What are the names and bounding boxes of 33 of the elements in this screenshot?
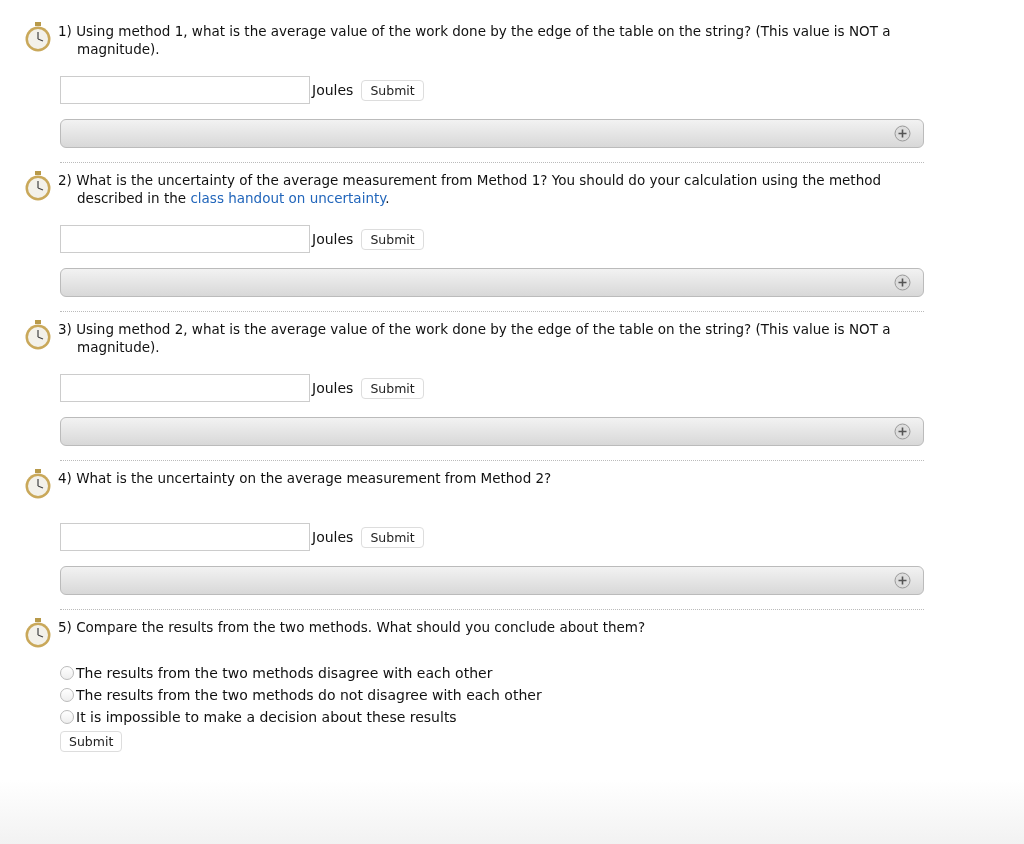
answer-field[interactable] xyxy=(60,76,310,104)
radio-button[interactable] xyxy=(60,666,74,680)
question-text: 1) Using method 1, what is the average value of the work done by the edge of the table on the string? (This value is NOT a magnitude). xyxy=(58,22,892,59)
unit-label: Joules xyxy=(312,82,354,98)
expand-icon[interactable] xyxy=(894,125,911,142)
stopwatch-icon xyxy=(24,320,52,350)
stopwatch-icon xyxy=(24,618,52,648)
submit-button[interactable]: Submit xyxy=(361,228,424,250)
submit-button[interactable]: Submit xyxy=(361,377,424,399)
question-text: 3) Using method 2, what is the average value of the work done by the edge of the table on the string? (This value is NOT a magnitude). xyxy=(58,320,892,357)
submit-button[interactable]: Submit xyxy=(361,526,424,548)
stopwatch-icon xyxy=(24,469,52,499)
stopwatch-icon xyxy=(24,171,52,201)
expand-icon[interactable] xyxy=(894,274,911,291)
option-label: The results from the two methods disagree with each other xyxy=(76,664,493,683)
question-text: 5) Compare the results from the two methods. What should you conclude about them? xyxy=(58,618,647,637)
unit-label: Joules xyxy=(312,231,354,247)
submit-button[interactable]: Submit xyxy=(60,731,123,752)
unit-label: Joules xyxy=(312,380,354,396)
submit-button[interactable]: Submit xyxy=(361,79,424,101)
stopwatch-icon xyxy=(24,22,52,52)
radio-button[interactable] xyxy=(60,710,74,724)
expand-icon[interactable] xyxy=(894,572,911,589)
question-text: 2) What is the uncertainty of the average measurement from Method 1? You should do your calculation using the method described in the class handout on uncertainty. xyxy=(58,171,882,208)
expand-icon[interactable] xyxy=(894,423,911,440)
unit-label: Joules xyxy=(312,529,354,545)
option-label: The results from the two methods do not disagree with each other xyxy=(76,686,542,705)
answer-field[interactable] xyxy=(60,374,310,402)
radio-button[interactable] xyxy=(60,688,74,702)
answer-field[interactable] xyxy=(60,225,310,253)
question-text: 4) What is the uncertainty on the average measurement from Method 2? xyxy=(58,469,553,488)
option-label: It is impossible to make a decision about these results xyxy=(76,708,457,727)
answer-field[interactable] xyxy=(60,523,310,551)
